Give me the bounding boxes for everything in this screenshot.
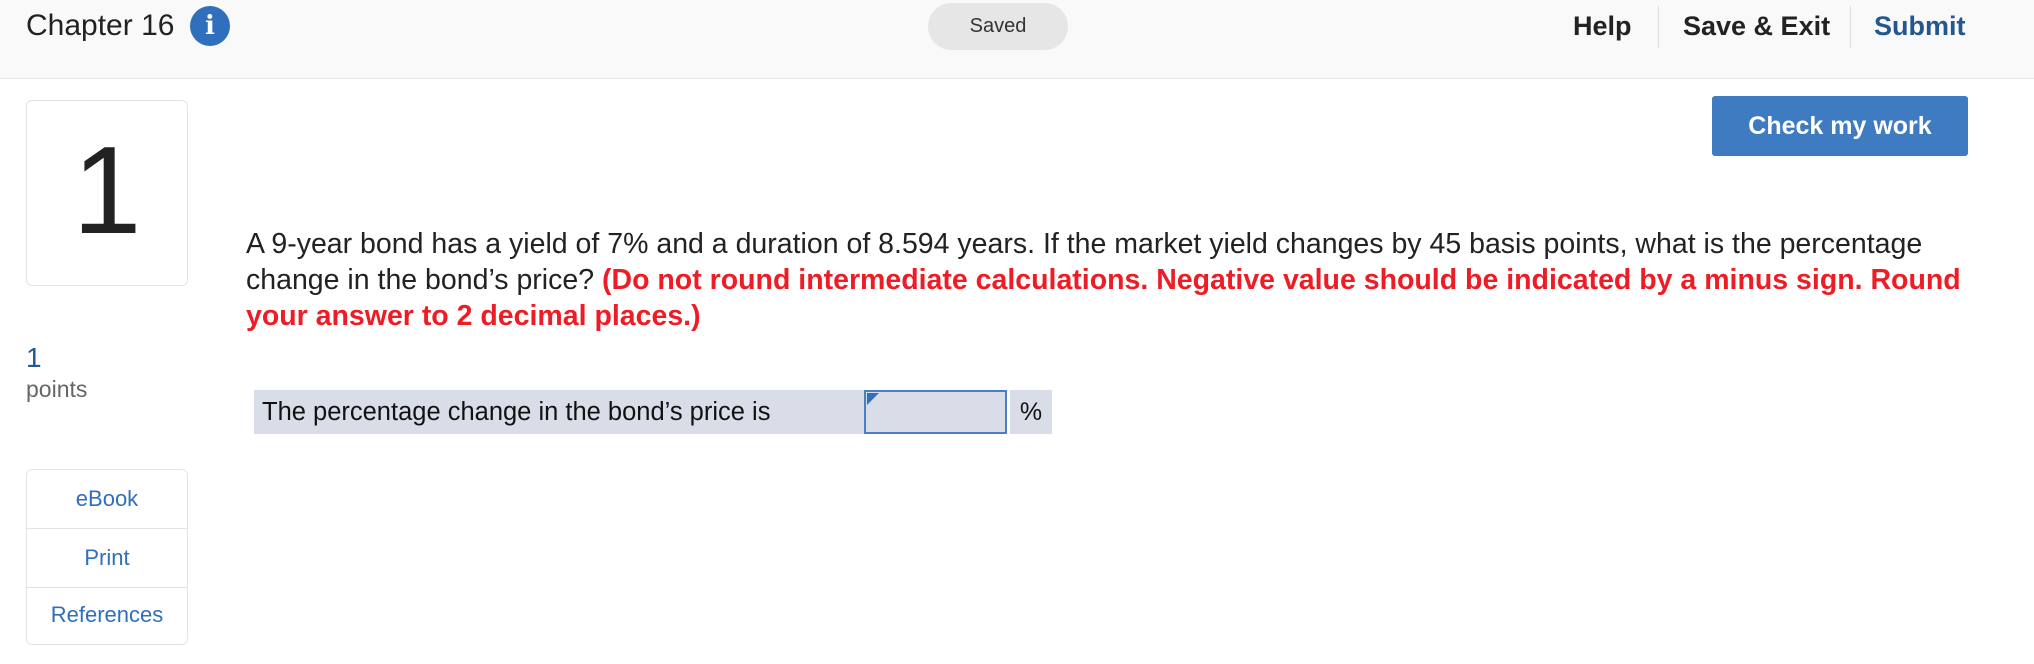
references-link[interactable]: References	[27, 588, 187, 644]
check-my-work-button[interactable]: Check my work	[1712, 96, 1968, 156]
saved-status-badge: Saved	[928, 3, 1068, 50]
question-text: A 9-year bond has a yield of 7% and a du…	[246, 226, 2006, 334]
header-divider	[1658, 6, 1659, 48]
submit-link[interactable]: Submit	[1874, 10, 1966, 42]
points-label: points	[26, 376, 88, 402]
top-bar: Chapter 16 i Saved Help Save & Exit Subm…	[0, 0, 2034, 79]
input-flag-icon	[867, 393, 879, 405]
answer-input[interactable]	[864, 390, 1007, 434]
chapter-title: Chapter 16	[26, 9, 175, 42]
ebook-link[interactable]: eBook	[27, 470, 187, 529]
points-value: 1	[26, 342, 42, 373]
header-divider	[1850, 6, 1851, 48]
answer-label: The percentage change in the bond’s pric…	[254, 390, 864, 434]
question-number: 1	[72, 122, 142, 260]
question-number-box: 1	[26, 100, 188, 286]
answer-unit: %	[1010, 390, 1052, 434]
save-exit-link[interactable]: Save & Exit	[1683, 10, 1830, 42]
help-link[interactable]: Help	[1573, 10, 1632, 42]
print-link[interactable]: Print	[27, 529, 187, 588]
info-icon[interactable]: i	[190, 6, 230, 46]
question-tools: eBook Print References	[26, 469, 188, 645]
